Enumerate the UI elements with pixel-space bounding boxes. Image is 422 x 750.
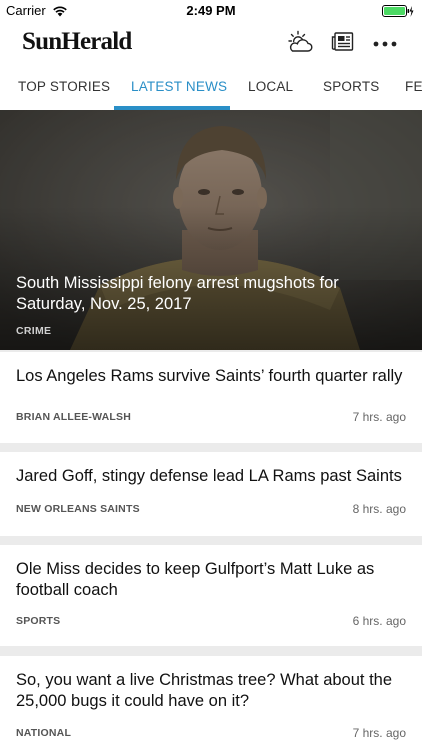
eedition-button[interactable] bbox=[329, 30, 357, 58]
list-item[interactable]: So, you want a live Christmas tree? What… bbox=[0, 656, 422, 750]
article-timestamp: 6 hrs. ago bbox=[352, 614, 406, 628]
article-title[interactable]: Ole Miss decides to keep Gulfport’s Matt… bbox=[16, 559, 412, 601]
article-timestamp: 7 hrs. ago bbox=[352, 410, 406, 424]
article-category: SPORTS bbox=[16, 615, 61, 627]
eedition-icon bbox=[331, 31, 355, 58]
tab-sports[interactable]: SPORTS bbox=[323, 66, 379, 110]
tab-latest-news[interactable]: LATEST NEWS bbox=[131, 66, 227, 110]
tab-features[interactable]: FEATURES bbox=[405, 66, 422, 110]
article-title[interactable]: So, you want a live Christmas tree? What… bbox=[16, 670, 412, 712]
article-timestamp: 8 hrs. ago bbox=[352, 502, 406, 516]
clock: 2:49 PM bbox=[186, 3, 236, 18]
hero-story[interactable]: South Mississippi felony arrest mugshots… bbox=[0, 110, 422, 350]
article-timestamp: 7 hrs. ago bbox=[352, 726, 406, 740]
article-category: NEW ORLEANS SAINTS bbox=[16, 503, 140, 515]
hero-title[interactable]: South Mississippi felony arrest mugshots… bbox=[16, 273, 412, 315]
logo[interactable]: SunHerald bbox=[22, 28, 132, 56]
article-category: BRIAN ALLEE-WALSH bbox=[16, 411, 132, 423]
article-title[interactable]: Los Angeles Rams survive Saints’ fourth … bbox=[16, 366, 412, 387]
article-category: NATIONAL bbox=[16, 727, 72, 739]
more-button[interactable] bbox=[371, 30, 399, 58]
weather-icon bbox=[286, 30, 314, 59]
list-item[interactable]: Ole Miss decides to keep Gulfport’s Matt… bbox=[0, 545, 422, 646]
battery-icon bbox=[382, 5, 414, 18]
weather-button[interactable] bbox=[286, 30, 314, 58]
tab-local[interactable]: LOCAL bbox=[248, 66, 293, 110]
status-bar: Carrier 2:49 PM bbox=[0, 0, 422, 22]
tab-top-stories[interactable]: TOP STORIES bbox=[18, 66, 110, 110]
section-tabs: TOP STORIES LATEST NEWS LOCAL SPORTS FEA… bbox=[0, 66, 422, 110]
list-item[interactable]: Jared Goff, stingy defense lead LA Rams … bbox=[0, 452, 422, 536]
more-icon bbox=[373, 35, 397, 53]
app-header: SunHerald bbox=[0, 22, 422, 66]
hero-category: CRIME bbox=[16, 325, 52, 337]
list-item[interactable]: Los Angeles Rams survive Saints’ fourth … bbox=[0, 352, 422, 443]
article-title[interactable]: Jared Goff, stingy defense lead LA Rams … bbox=[16, 466, 412, 487]
